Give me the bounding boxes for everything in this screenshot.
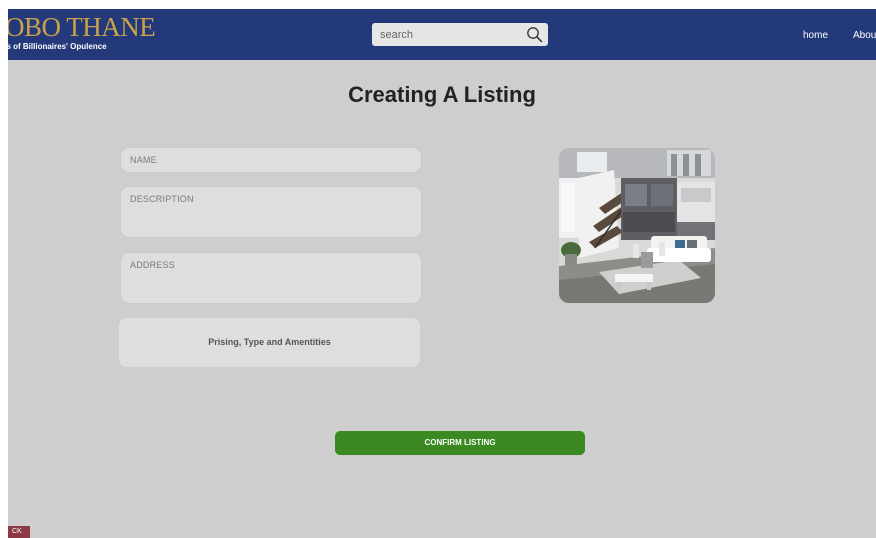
search-box[interactable]	[372, 23, 548, 46]
app-frame: OBO THANE es of Billionaires' Opulence h…	[8, 9, 876, 538]
confirm-listing-label: CONFIRM LISTING	[424, 438, 496, 447]
page-title: Creating A Listing	[348, 82, 536, 107]
search-input[interactable]	[380, 23, 520, 46]
nav-link-about[interactable]: Abou	[853, 30, 876, 41]
pricing-type-amenities-button[interactable]: Prising, Type and Amentities	[119, 318, 420, 367]
name-field[interactable]: NAME	[121, 148, 421, 172]
brand-tagline: es of Billionaires' Opulence	[8, 42, 107, 51]
address-field[interactable]: ADDRESS	[121, 253, 421, 303]
back-button[interactable]: CK	[8, 526, 30, 538]
description-field[interactable]: DESCRIPTION	[121, 187, 421, 237]
confirm-listing-button[interactable]: CONFIRM LISTING	[335, 431, 585, 455]
back-button-label: CK	[12, 528, 22, 535]
listing-photo-image	[559, 148, 715, 303]
listing-photo	[559, 148, 715, 303]
description-field-placeholder: DESCRIPTION	[130, 194, 194, 204]
address-field-placeholder: ADDRESS	[130, 260, 175, 270]
top-navbar: OBO THANE es of Billionaires' Opulence h…	[8, 9, 876, 60]
pricing-type-amenities-label: Prising, Type and Amentities	[208, 337, 331, 347]
nav-link-home[interactable]: home	[803, 30, 828, 41]
name-field-placeholder: NAME	[130, 155, 157, 165]
search-icon[interactable]	[526, 26, 543, 43]
brand-title[interactable]: OBO THANE	[8, 12, 156, 43]
